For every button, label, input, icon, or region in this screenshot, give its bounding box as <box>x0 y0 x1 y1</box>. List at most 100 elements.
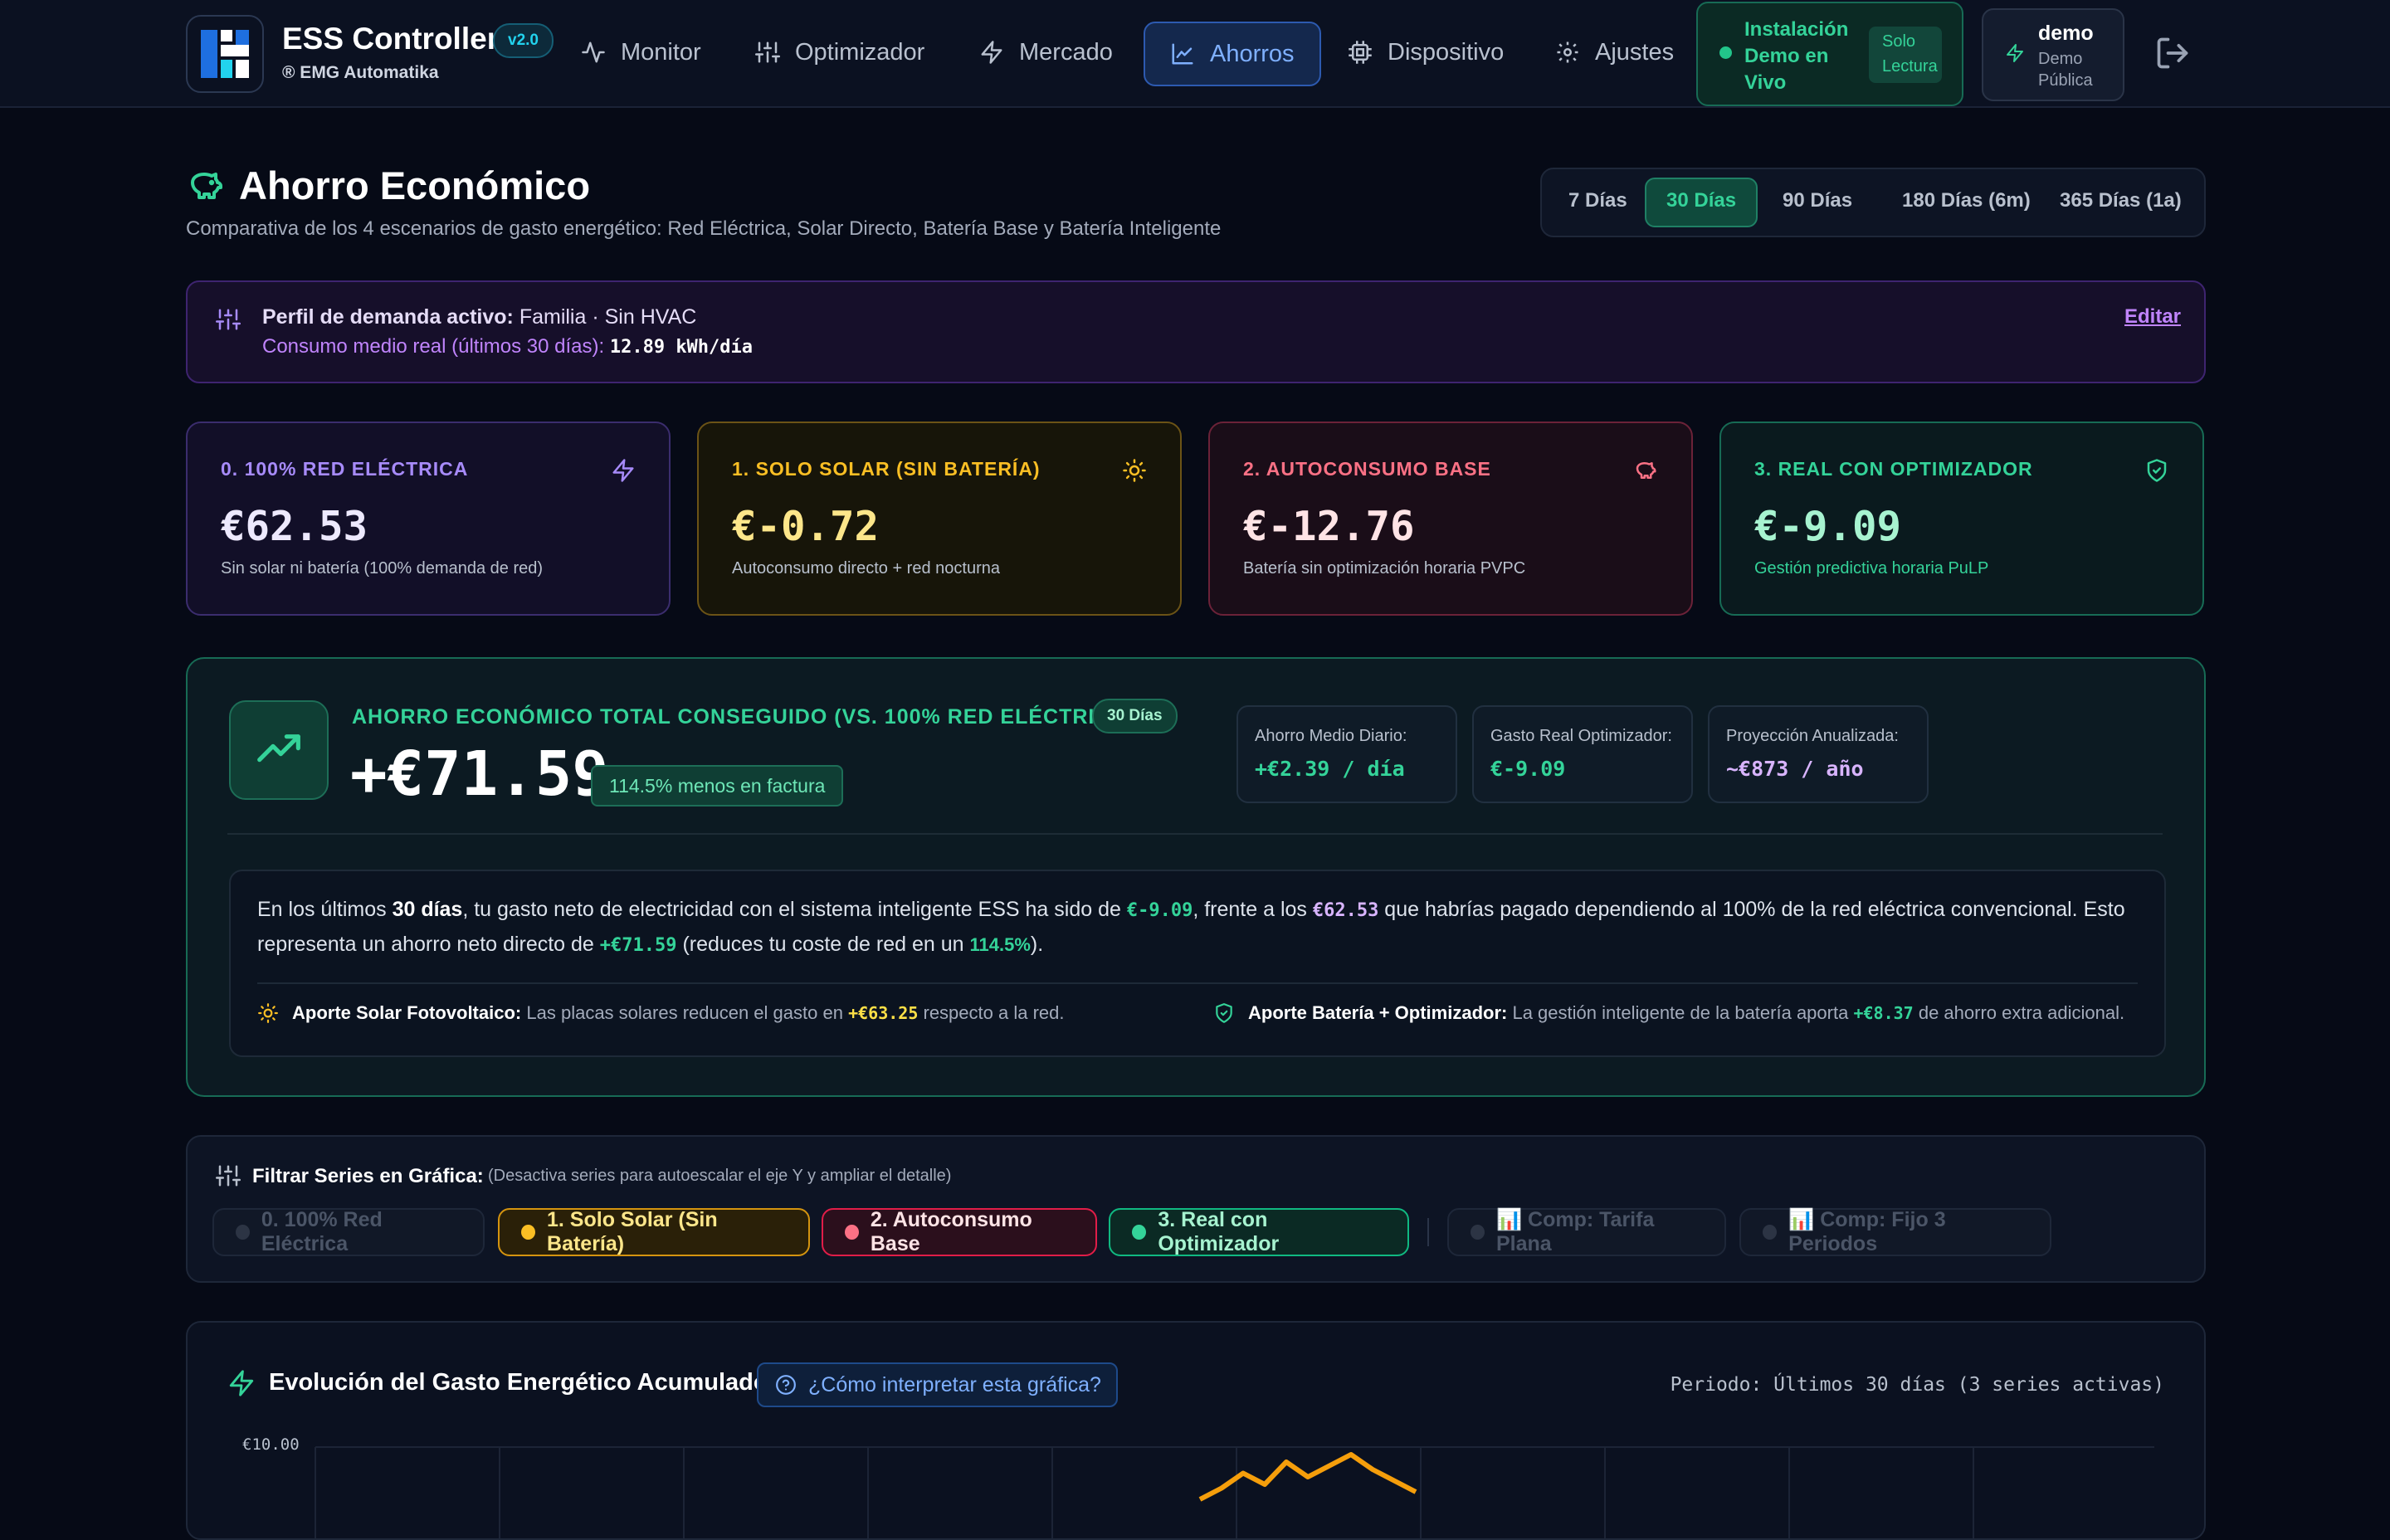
nav-mercado[interactable]: Mercado <box>954 22 1138 83</box>
edit-profile-link[interactable]: Editar <box>2124 305 2181 329</box>
nav-dispositivo[interactable]: Dispositivo <box>1323 22 1529 83</box>
metric-daily: Ahorro Medio Diario: +€2.39 / día <box>1236 705 1457 803</box>
shield-check-icon <box>2147 459 2167 482</box>
app-logo[interactable] <box>186 15 264 93</box>
nav-optimizador-label: Optimizador <box>795 38 925 66</box>
chart-grid <box>315 1446 2154 1538</box>
chart-line-icon <box>1172 43 1193 65</box>
series-toggle-flat-rate[interactable]: 📊 Comp: Tarifa Plana <box>1447 1208 1726 1256</box>
toggle-dot <box>1763 1225 1778 1240</box>
saving-pct: 114.5% <box>969 934 1031 955</box>
solar-value: +€63.25 <box>848 1003 919 1023</box>
shield-check-icon <box>1216 1003 1232 1023</box>
user-menu[interactable]: demo Demo Pública <box>1982 8 2124 101</box>
logo-mark <box>201 30 249 78</box>
period-90-days[interactable]: 90 Días <box>1763 178 1872 224</box>
sliders-icon <box>216 309 241 330</box>
demand-profile-banner: Perfil de demanda activo: Familia · Sin … <box>186 280 2206 383</box>
nav-ahorros-label: Ahorros <box>1210 40 1295 67</box>
nav-dispositivo-label: Dispositivo <box>1388 38 1505 66</box>
zap-icon <box>2007 44 2023 62</box>
savings-explanation: En los últimos 30 días, tu gasto neto de… <box>229 870 2166 1057</box>
status-dot <box>1719 46 1732 59</box>
profile-line: Perfil de demanda activo: Familia · Sin … <box>262 305 696 329</box>
scenario-label: 3. REAL CON OPTIMIZADOR <box>1754 458 2033 480</box>
filter-title: Filtrar Series en Gráfica: <box>252 1165 484 1187</box>
nav-mercado-label: Mercado <box>1019 38 1113 66</box>
gear-icon <box>1557 41 1578 63</box>
series-toggle-solar[interactable]: 1. Solo Solar (Sin Batería) <box>498 1208 810 1256</box>
activity-icon <box>582 41 605 63</box>
period-180-days[interactable]: 180 Días (6m) <box>1882 178 2051 224</box>
chart-plot-area <box>315 1446 2154 1538</box>
period-365-days[interactable]: 365 Días (1a) <box>2040 178 2202 224</box>
nav-optimizador[interactable]: Optimizador <box>730 22 949 83</box>
savings-period-badge: 30 Días <box>1092 699 1178 733</box>
scenario-value: €-12.76 <box>1243 503 1415 550</box>
metric-value: ~€873 / año <box>1726 757 1864 781</box>
series-toggle-grid[interactable]: 0. 100% Red Eléctrica <box>212 1208 485 1256</box>
top-navigation-bar: ESS Controller ® EMG Automatika v2.0 Mon… <box>0 0 2390 108</box>
sliders-icon <box>755 41 780 63</box>
toggle-dot <box>521 1225 536 1240</box>
user-name: demo <box>2038 22 2094 45</box>
scenario-desc: Sin solar ni batería (100% demanda de re… <box>221 559 544 578</box>
scenario-value: €62.53 <box>221 503 368 550</box>
metric-real-cost: Gasto Real Optimizador: €-9.09 <box>1472 705 1693 803</box>
status-label: Instalación Demo en Vivo <box>1744 18 1849 94</box>
scenario-value: €-9.09 <box>1754 503 1902 550</box>
nav-ajustes-label: Ajustes <box>1595 38 1675 66</box>
read-only-badge: Solo Lectura <box>1869 27 1942 83</box>
filter-hint: (Desactiva series para autoescalar el ej… <box>488 1167 952 1185</box>
period-30-days[interactable]: 30 Días <box>1645 178 1758 227</box>
nav-ahorros[interactable]: Ahorros <box>1144 22 1321 86</box>
chip-label: 3. Real con Optimizador <box>1158 1208 1280 1255</box>
days-value: 30 días <box>392 898 463 921</box>
grid-cost-value: €62.53 <box>1312 900 1379 921</box>
series-toggle-optimizer[interactable]: 3. Real con Optimizador <box>1109 1208 1409 1256</box>
savings-icon-box <box>229 700 329 800</box>
nav-ajustes[interactable]: Ajustes <box>1530 22 1699 83</box>
scenario-value: €-0.72 <box>732 503 880 550</box>
page-title: Ahorro Económico <box>186 163 590 208</box>
scenario-desc: Batería sin optimización horaria PVPC <box>1243 559 1526 578</box>
toggle-dot <box>845 1225 859 1240</box>
scenario-label: 1. SOLO SOLAR (SIN BATERÍA) <box>732 458 1041 480</box>
scenario-desc: Autoconsumo directo + red nocturna <box>732 559 1000 578</box>
real-cost-value: €-9.09 <box>1126 900 1193 921</box>
metric-value: €-9.09 <box>1490 757 1566 781</box>
brand-name: ESS Controller <box>282 22 500 56</box>
cpu-icon <box>1349 41 1372 64</box>
scenario-label: 0. 100% RED ELÉCTRICA <box>221 458 469 480</box>
series-toggle-3-periods[interactable]: 📊 Comp: Fijo 3 Periodos <box>1739 1208 2051 1256</box>
nav-monitor-label: Monitor <box>621 38 701 66</box>
scenario-label: 2. AUTOCONSUMO BASE <box>1243 458 1491 480</box>
series-line-solo-solar <box>1198 1452 1417 1502</box>
scenario-card-grid: 0. 100% RED ELÉCTRICA €62.53 Sin solar n… <box>186 422 671 616</box>
toggle-dot <box>1132 1225 1147 1240</box>
chip-label: 📊 Comp: Tarifa Plana <box>1495 1208 1655 1255</box>
version-badge: v2.0 <box>493 23 554 58</box>
brand: ESS Controller ® EMG Automatika <box>282 22 499 83</box>
consumo-value: 12.89 kWh/día <box>609 337 754 358</box>
battery-value: +€8.37 <box>1853 1003 1914 1023</box>
brand-subtitle: ® EMG Automatika <box>282 63 439 82</box>
nav-monitor[interactable]: Monitor <box>556 22 726 83</box>
chip-label: 0. 100% Red Eléctrica <box>261 1208 383 1255</box>
logout-button[interactable] <box>2154 35 2191 71</box>
savings-text: En los últimos 30 días, tu gasto neto de… <box>257 898 2125 956</box>
chip-separator <box>1427 1218 1429 1246</box>
battery-contribution: Aporte Batería + Optimizador: La gestión… <box>1213 1002 2124 1024</box>
toggle-dot <box>1471 1225 1485 1240</box>
cumulative-cost-chart: Evolución del Gasto Energético Acumulado… <box>186 1321 2206 1540</box>
consumo-line: Consumo medio real (últimos 30 días): 12… <box>262 335 753 358</box>
trending-up-icon <box>257 734 300 763</box>
page-subtitle: Comparativa de los 4 escenarios de gasto… <box>186 217 1222 240</box>
zap-icon <box>612 459 634 482</box>
series-filter-panel: Filtrar Series en Gráfica: (Desactiva se… <box>186 1135 2206 1283</box>
metric-annual: Proyección Anualizada: ~€873 / año <box>1708 705 1929 803</box>
scenario-card-optimizer: 3. REAL CON OPTIMIZADOR €-9.09 Gestión p… <box>1719 422 2204 616</box>
period-7-days[interactable]: 7 Días <box>1549 178 1647 224</box>
period-selector: 7 Días 30 Días 90 Días 180 Días (6m) 365… <box>1540 168 2206 237</box>
series-toggle-base[interactable]: 2. Autoconsumo Base <box>822 1208 1097 1256</box>
